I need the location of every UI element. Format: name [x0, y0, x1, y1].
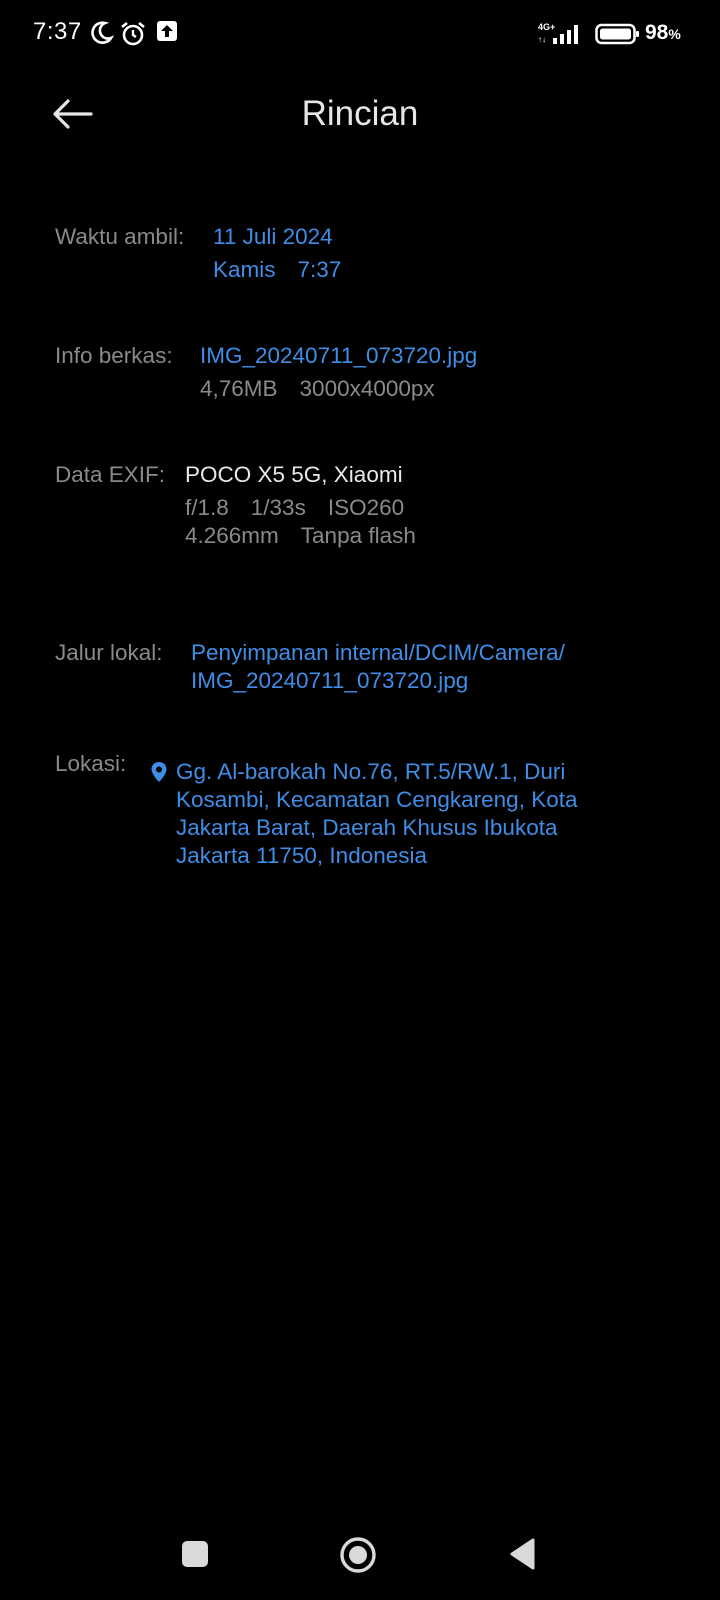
battery-percent: 98%	[645, 21, 681, 44]
upload-icon	[156, 20, 178, 47]
circle-icon	[340, 1537, 376, 1573]
page-title: Rincian	[301, 94, 419, 133]
exif-label: Data EXIF:	[55, 462, 166, 487]
file-resolution: 3000x4000px	[299, 376, 435, 401]
taken-date: 11 Juli 2024	[213, 224, 333, 249]
taken-time-label: Waktu ambil:	[55, 224, 185, 249]
system-back-button[interactable]	[508, 1537, 536, 1576]
exif-shutter: 1/33s	[250, 495, 306, 520]
taken-time: 7:37	[297, 257, 342, 282]
status-time: 7:37	[33, 18, 82, 45]
file-meta: 4,76MB 3000x4000px	[200, 375, 435, 403]
taken-day: Kamis	[213, 257, 276, 282]
taken-day-time: Kamis 7:37	[213, 256, 341, 284]
square-icon	[182, 1541, 208, 1567]
status-bar: 7:37 4G+ ↑↓ 98%	[0, 0, 720, 70]
network-type-label: 4G+	[538, 22, 555, 32]
local-path-line2: IMG_20240711_073720.jpg	[191, 668, 469, 693]
location-address: Gg. Al-barokah No.76, RT.5/RW.1, Duri Ko…	[176, 759, 578, 868]
exif-focal-length: 4.266mm	[185, 523, 279, 548]
exif-iso: ISO260	[327, 495, 405, 520]
file-name[interactable]: IMG_20240711_073720.jpg	[200, 342, 477, 370]
recent-apps-button[interactable]	[180, 1539, 210, 1574]
file-size: 4,76MB	[200, 376, 278, 401]
exif-aperture: f/1.8	[185, 495, 229, 520]
exif-device: POCO X5 5G, Xiaomi	[185, 462, 403, 487]
exif-flash: Tanpa flash	[300, 523, 416, 548]
home-button[interactable]	[339, 1536, 377, 1579]
exif-exposure: f/1.8 1/33s ISO260	[185, 494, 404, 522]
battery-icon	[595, 23, 641, 50]
local-path-line1: Penyimpanan internal/DCIM/Camera/	[191, 640, 565, 665]
alarm-icon	[119, 20, 147, 53]
svg-text:↑↓: ↑↓	[538, 35, 546, 44]
moon-icon	[88, 20, 115, 51]
file-info-label: Info berkas:	[55, 343, 173, 368]
signal-icon: 4G+ ↑↓	[538, 22, 586, 51]
exif-lens: 4.266mm Tanpa flash	[185, 522, 416, 550]
triangle-back-icon	[510, 1538, 535, 1570]
location-label: Lokasi:	[55, 751, 127, 776]
local-path-label: Jalur lokal:	[55, 640, 163, 665]
location-pin-icon	[150, 761, 168, 788]
